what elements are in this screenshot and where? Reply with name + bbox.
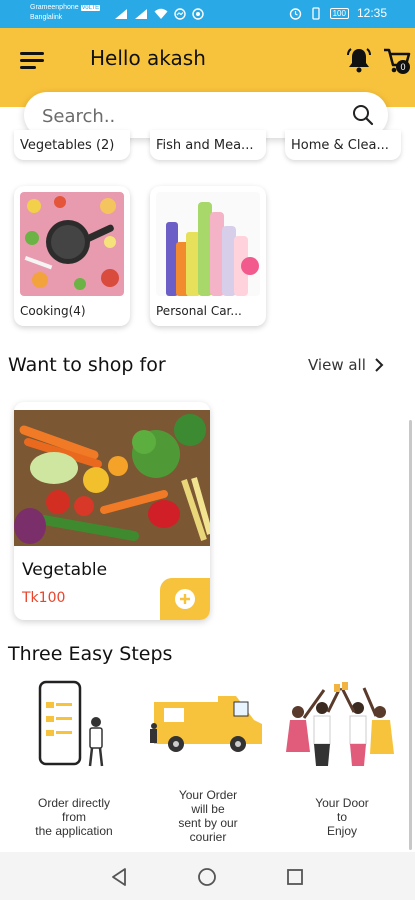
search-input[interactable] bbox=[40, 103, 344, 129]
view-all-label: View all bbox=[308, 356, 366, 374]
step-text-line: will be bbox=[191, 802, 225, 816]
battery-indicator: 100 bbox=[329, 7, 349, 19]
category-label: Home & Clea... bbox=[291, 138, 389, 153]
system-nav-bar bbox=[0, 852, 415, 900]
status-right: 100 12:35 bbox=[289, 6, 387, 20]
plus-circle-icon bbox=[175, 589, 195, 609]
step-text-line: the application bbox=[35, 824, 113, 838]
step-2-text: Your Order will be sent by our courier bbox=[148, 788, 268, 844]
step-text-line: courier bbox=[189, 830, 227, 844]
status-bar: Grameenphone VoLTE Banglalink 100 12:35 bbox=[0, 0, 415, 28]
cooking-image bbox=[20, 192, 124, 296]
category-card-cooking[interactable]: Cooking(4) bbox=[14, 186, 130, 326]
product-price: Tk100 bbox=[22, 590, 66, 606]
step-text-line: from bbox=[62, 810, 86, 824]
search-icon[interactable] bbox=[352, 104, 374, 126]
messenger-icon bbox=[174, 8, 186, 20]
category-card-personal-care[interactable]: Personal Car... bbox=[150, 186, 266, 326]
cart-count-badge: 0 bbox=[396, 60, 410, 74]
whatsapp-icon bbox=[192, 8, 204, 20]
notification-bell-icon[interactable] bbox=[345, 46, 373, 74]
carrier-name-2: Banglalink bbox=[30, 14, 63, 21]
category-card-vegetables[interactable]: Vegetables (2) bbox=[14, 130, 130, 160]
step-text-line: sent by our bbox=[178, 816, 238, 830]
status-icons bbox=[114, 6, 204, 22]
chevron-right-icon bbox=[375, 358, 384, 372]
clock: 12:35 bbox=[356, 6, 387, 20]
volte-badge: VoLTE bbox=[80, 5, 101, 11]
category-card-fish-meat[interactable]: Fish and Mea... bbox=[150, 130, 266, 160]
step-text-line: Your Order bbox=[178, 788, 238, 802]
back-icon[interactable] bbox=[110, 867, 128, 887]
category-card-home-cleaning[interactable]: Home & Clea... bbox=[285, 130, 401, 160]
step-3-text: Your Door to Enjoy bbox=[282, 796, 402, 838]
delivery-van-illustration bbox=[150, 696, 262, 752]
vegetable-product-image bbox=[14, 410, 210, 546]
shop-section-title: Want to shop for bbox=[8, 354, 166, 376]
people-celebrating-illustration bbox=[286, 682, 394, 766]
steps-section-title: Three Easy Steps bbox=[8, 643, 173, 665]
product-card-vegetable[interactable]: Vegetable Tk100 bbox=[14, 402, 210, 620]
personal-care-image bbox=[156, 192, 260, 296]
carrier-info: Grameenphone VoLTE Banglalink bbox=[30, 3, 101, 22]
step-1-text: Order directly from the application bbox=[14, 796, 134, 838]
alarm-icon bbox=[289, 7, 301, 20]
category-label: Vegetables (2) bbox=[20, 138, 115, 153]
greeting-title: Hello akash bbox=[90, 46, 206, 70]
category-label: Cooking(4) bbox=[20, 304, 86, 318]
step-text-line: Order directly bbox=[37, 796, 111, 810]
wifi-icon bbox=[154, 8, 168, 19]
step-text-line: Enjoy bbox=[326, 824, 358, 838]
step-text-line: Your Door bbox=[315, 796, 369, 810]
product-name: Vegetable bbox=[22, 560, 108, 580]
category-label: Personal Car... bbox=[156, 304, 242, 318]
home-icon[interactable] bbox=[197, 867, 217, 887]
view-all-link[interactable]: View all bbox=[308, 356, 384, 374]
category-label: Fish and Mea... bbox=[156, 138, 254, 153]
scrollbar[interactable] bbox=[409, 420, 412, 850]
step-text-line: to bbox=[336, 810, 347, 824]
phone-order-illustration bbox=[38, 680, 104, 767]
signal-icon-2 bbox=[135, 9, 147, 19]
hamburger-menu-icon[interactable] bbox=[20, 52, 44, 70]
vibrate-icon bbox=[311, 6, 320, 20]
add-to-cart-button[interactable] bbox=[160, 578, 210, 620]
signal-icon bbox=[115, 9, 127, 19]
carrier-name: Grameenphone bbox=[30, 4, 79, 11]
recents-icon[interactable] bbox=[286, 868, 304, 886]
